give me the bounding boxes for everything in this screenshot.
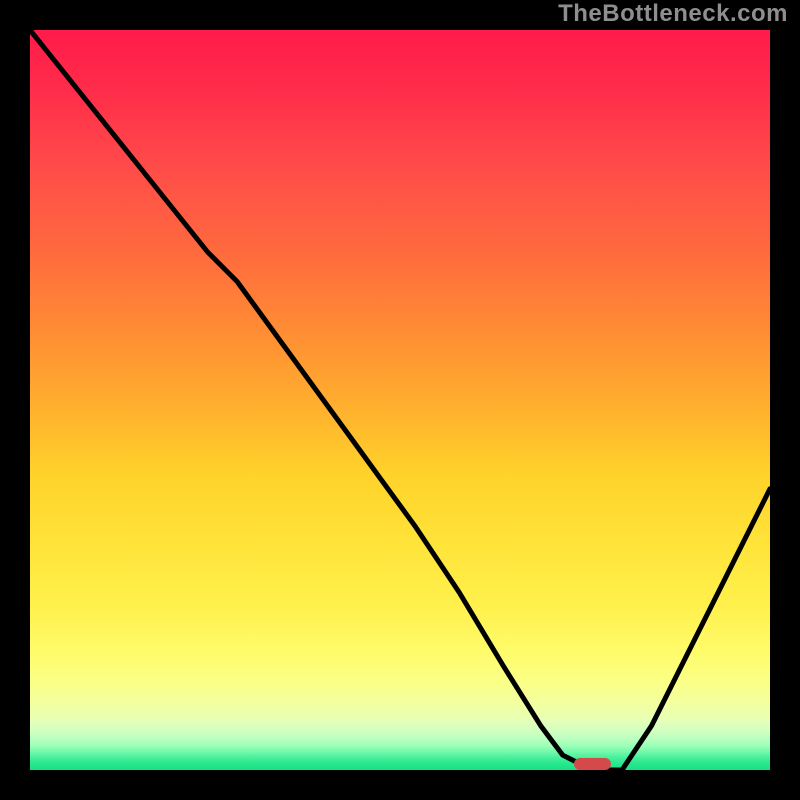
chart-frame: TheBottleneck.com [0,0,800,800]
watermark-text: TheBottleneck.com [558,0,788,28]
optimal-marker [574,758,611,770]
plot-area [30,30,770,770]
curve-path [30,30,770,770]
bottleneck-curve [30,30,770,770]
